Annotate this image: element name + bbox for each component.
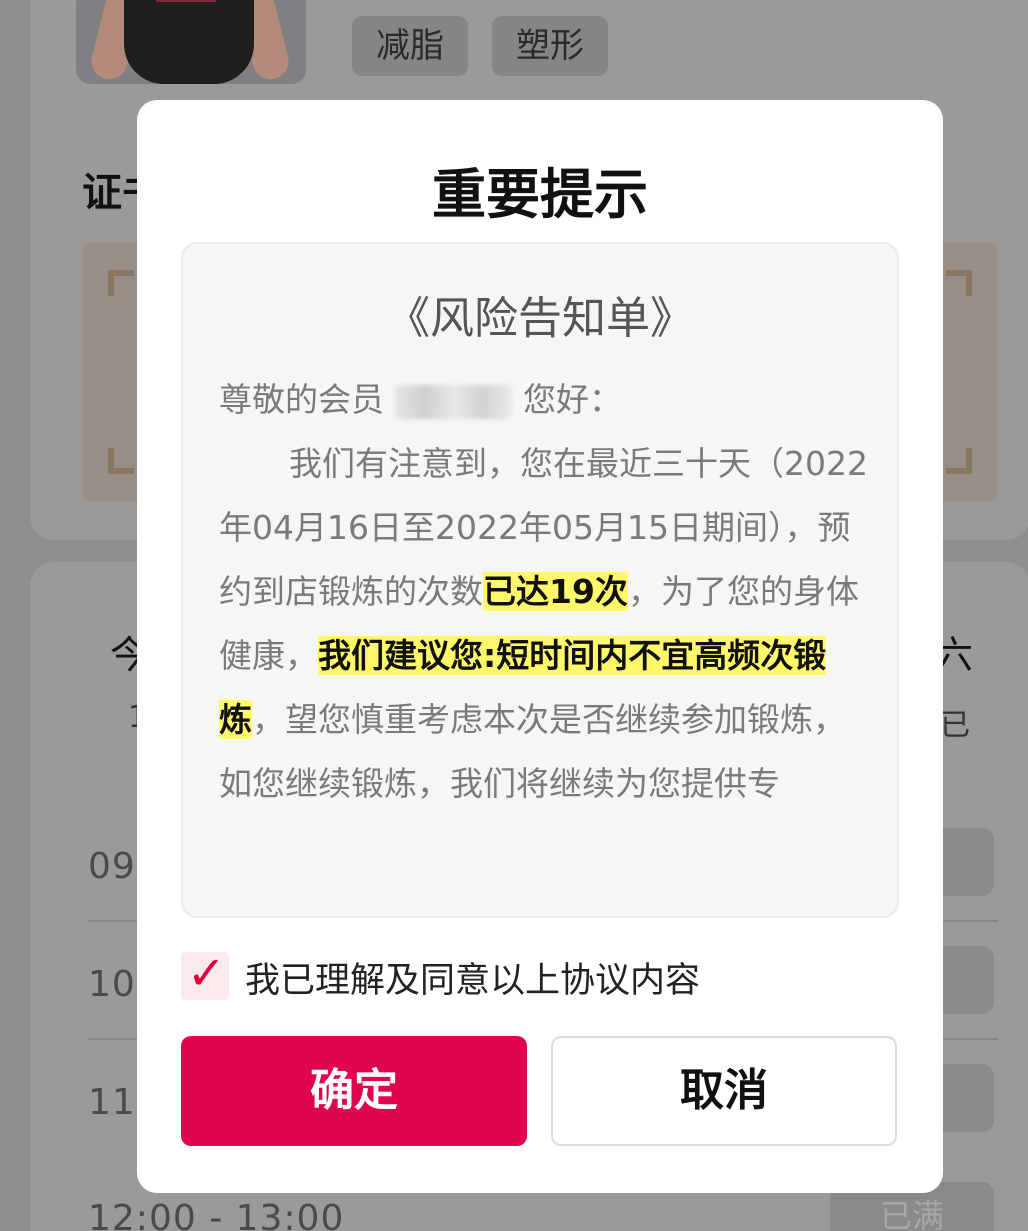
blurred-member-name (394, 384, 513, 419)
greeting-prefix: 尊敬的会员 (219, 380, 384, 419)
check-mark-icon: ✓ (187, 946, 226, 1000)
greeting-suffix: 您好： (523, 380, 622, 419)
slot-time: 12:00 - 13:00 (88, 1198, 345, 1231)
agree-checkbox[interactable]: ✓ (181, 946, 229, 1000)
slot-time: 10 (88, 964, 136, 1005)
agree-label[interactable]: 我已理解及同意以上协议内容 (245, 952, 700, 1003)
dialog-title: 重要提示 (432, 163, 648, 226)
slot-time: 11 (88, 1082, 136, 1123)
notice-text-3: ，望您慎重考虑本次是否继续参加锻炼，如您继续锻炼，我们将继续为您提供专 (219, 700, 846, 803)
notice-scroll-area[interactable]: 《风险告知单》 尊敬的会员 您好： 我们有注意到，您在最近三十天（2022年04… (181, 242, 899, 918)
notice-body: 尊敬的会员 您好： 我们有注意到，您在最近三十天（2022年04月16日至202… (219, 368, 869, 816)
highlight-visit-count: 已达19次 (483, 572, 628, 611)
slot-time: 09 (88, 846, 136, 887)
greeting-line: 尊敬的会员 您好： (219, 368, 869, 432)
cancel-button[interactable]: 取消 (551, 1036, 897, 1146)
coach-photo (76, 0, 306, 84)
tag-fat-loss: 减脂 (352, 16, 468, 76)
confirm-button[interactable]: 确定 (181, 1036, 527, 1146)
notice-title: 《风险告知单》 (386, 293, 694, 344)
date-sub-right: 已 (940, 708, 970, 743)
risk-notice-dialog: 重要提示 《风险告知单》 尊敬的会员 您好： 我们有注意到，您在最近三十天（20… (137, 100, 943, 1193)
tag-shaping: 塑形 (492, 16, 608, 76)
app-screen: 减脂 塑形 证书 今 六 1 已 09 满 10 满 11 满 12:00 - … (0, 0, 1028, 1231)
notice-paragraph: 我们有注意到，您在最近三十天（2022年04月16日至2022年05月15日期间… (219, 432, 869, 816)
